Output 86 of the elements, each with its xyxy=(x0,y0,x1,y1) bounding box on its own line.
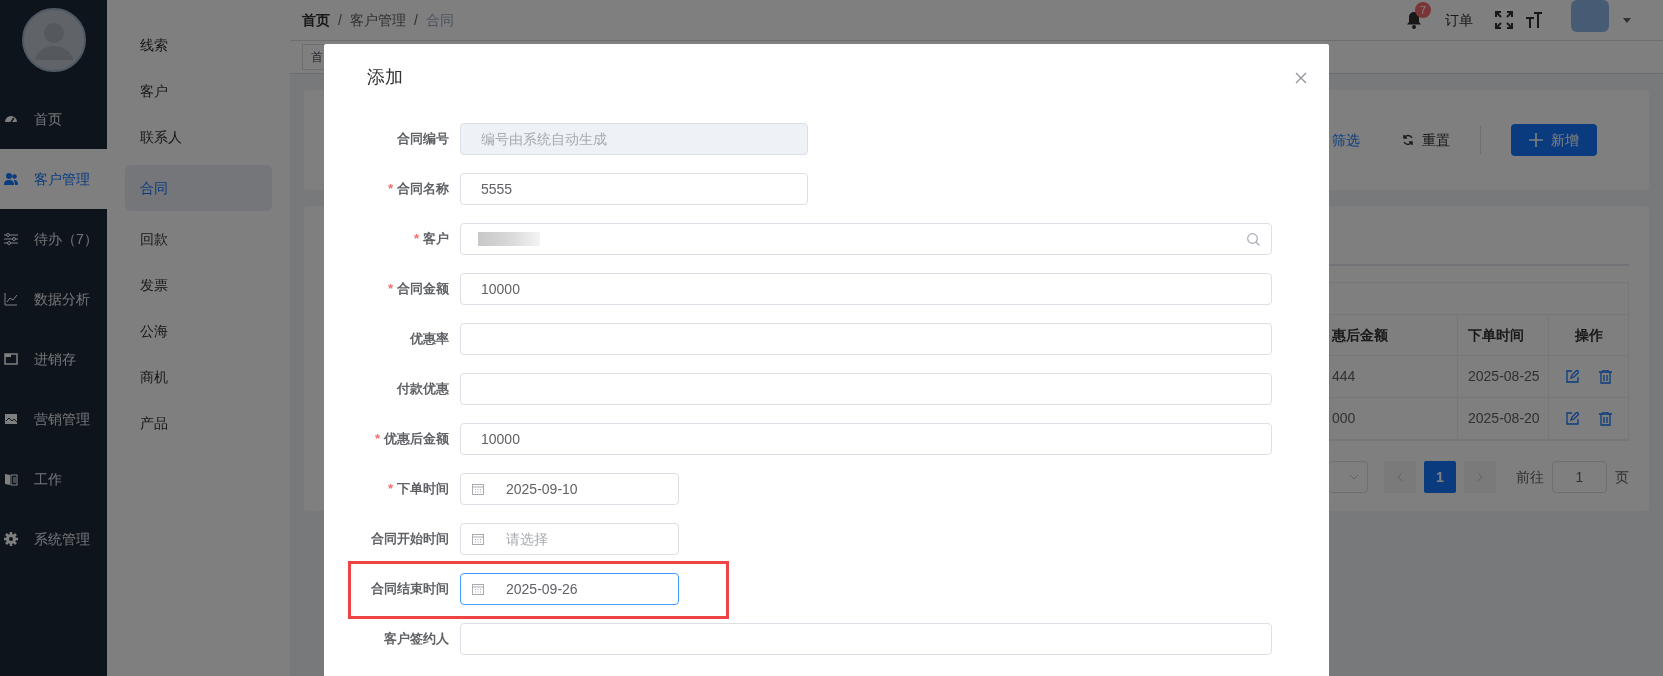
field-label: 客户 xyxy=(423,230,449,249)
sidebar-item[interactable]: 系统管理 xyxy=(0,509,107,569)
page-suffix: 页 xyxy=(1615,467,1629,487)
submenu-item[interactable]: 发票 xyxy=(125,262,272,308)
date-picker-field[interactable]: 请选择 xyxy=(460,523,679,555)
window-icon xyxy=(4,352,18,366)
field-label: 合同开始时间 xyxy=(371,530,449,549)
plus-icon xyxy=(1529,133,1543,147)
submenu-item[interactable]: 公海 xyxy=(125,308,272,354)
settings-icon xyxy=(4,532,18,546)
add-button[interactable]: 新增 xyxy=(1511,124,1597,156)
field-label: 客户签约人 xyxy=(384,630,449,649)
sidebar-item[interactable]: 工作 xyxy=(0,449,107,509)
avatar-icon[interactable] xyxy=(21,8,86,72)
chevron-down-icon xyxy=(1349,474,1359,480)
goto-label: 前往 xyxy=(1516,467,1544,487)
fullscreen-icon[interactable] xyxy=(1495,11,1513,29)
date-picker-field[interactable]: 2025-09-10 xyxy=(460,473,679,505)
field-label: 付款优惠 xyxy=(397,380,449,399)
breadcrumb-separator: / xyxy=(413,10,418,30)
book-icon xyxy=(4,472,18,486)
input-field[interactable] xyxy=(460,623,1272,655)
dialog-title: 添加 xyxy=(367,66,403,89)
refresh-icon xyxy=(1402,134,1414,146)
field-label: 下单时间 xyxy=(397,480,449,499)
required-mark: * xyxy=(387,480,393,499)
submenu-item[interactable]: 合同 xyxy=(125,165,272,211)
goto-page-input[interactable]: 1 xyxy=(1552,461,1607,493)
column-header: 操作 xyxy=(1548,315,1628,355)
picture-icon xyxy=(4,412,18,426)
submenu-item[interactable]: 线索 xyxy=(125,22,272,68)
breadcrumb-link[interactable]: 首页 xyxy=(302,9,330,31)
field-label: 合同名称 xyxy=(397,180,449,199)
sidebar-item[interactable]: 首页 xyxy=(0,89,107,149)
user-avatar[interactable] xyxy=(1571,0,1609,32)
filter-link[interactable]: 筛选 xyxy=(1332,129,1360,151)
trash-icon[interactable] xyxy=(1598,369,1612,384)
sidebar-item[interactable]: 客户管理 xyxy=(0,149,107,209)
calendar-icon xyxy=(472,583,484,595)
input-field[interactable] xyxy=(460,323,1272,355)
input-field[interactable]: 10000 xyxy=(460,273,1272,305)
input-field[interactable]: 10000 xyxy=(460,423,1272,455)
required-mark: * xyxy=(387,180,393,199)
breadcrumb-link[interactable]: 客户管理 xyxy=(349,9,406,31)
reset-button[interactable]: 重置 xyxy=(1402,129,1450,151)
order-link[interactable]: 订单 xyxy=(1445,9,1473,31)
submenu-item[interactable]: 商机 xyxy=(125,354,272,400)
trash-icon[interactable] xyxy=(1598,411,1612,426)
submenu-item[interactable]: 产品 xyxy=(125,400,272,446)
users-icon xyxy=(4,172,18,186)
field-label: 合同编号 xyxy=(397,130,449,149)
submenu-item[interactable]: 联系人 xyxy=(125,114,272,160)
close-icon[interactable] xyxy=(1295,71,1307,84)
submenu-item[interactable]: 回款 xyxy=(125,216,272,262)
edit-icon[interactable] xyxy=(1565,370,1579,383)
field-label: 合同金额 xyxy=(397,280,449,299)
calendar-icon xyxy=(472,483,484,495)
column-header: 下单时间 xyxy=(1457,315,1548,355)
edit-icon[interactable] xyxy=(1565,412,1579,425)
caret-icon[interactable] xyxy=(1623,17,1631,23)
calendar-icon xyxy=(472,533,484,545)
field-label: 优惠率 xyxy=(410,330,449,349)
field-label: 合同结束时间 xyxy=(371,580,449,599)
sidebar-item[interactable]: 数据分析 xyxy=(0,269,107,329)
chevron-right-icon xyxy=(1477,472,1483,482)
required-mark: * xyxy=(387,280,393,299)
sidebar-item[interactable]: 待办（7） xyxy=(0,209,107,269)
sidebar-item[interactable]: 营销管理 xyxy=(0,389,107,449)
search-icon xyxy=(1247,232,1260,246)
table-cell: 2025-08-20 xyxy=(1457,398,1548,439)
chevron-left-icon xyxy=(1397,472,1403,482)
sliders-icon xyxy=(4,232,18,246)
input-field[interactable] xyxy=(460,373,1272,405)
required-mark: * xyxy=(413,230,419,249)
search-field[interactable] xyxy=(460,223,1272,255)
field-label: 优惠后金额 xyxy=(384,430,449,449)
date-picker-field[interactable]: 2025-09-26 xyxy=(460,573,679,605)
font-size-icon[interactable] xyxy=(1525,11,1543,29)
breadcrumb-separator: / xyxy=(338,10,342,30)
input-field[interactable]: 5555 xyxy=(460,173,808,205)
required-mark: * xyxy=(374,430,380,449)
sidebar-item[interactable]: 进销存 xyxy=(0,329,107,389)
table-cell: 2025-08-25 xyxy=(1457,356,1548,397)
line-chart-icon xyxy=(4,292,18,306)
page-button[interactable]: 1 xyxy=(1424,461,1456,493)
submenu-item[interactable]: 客户 xyxy=(125,68,272,114)
